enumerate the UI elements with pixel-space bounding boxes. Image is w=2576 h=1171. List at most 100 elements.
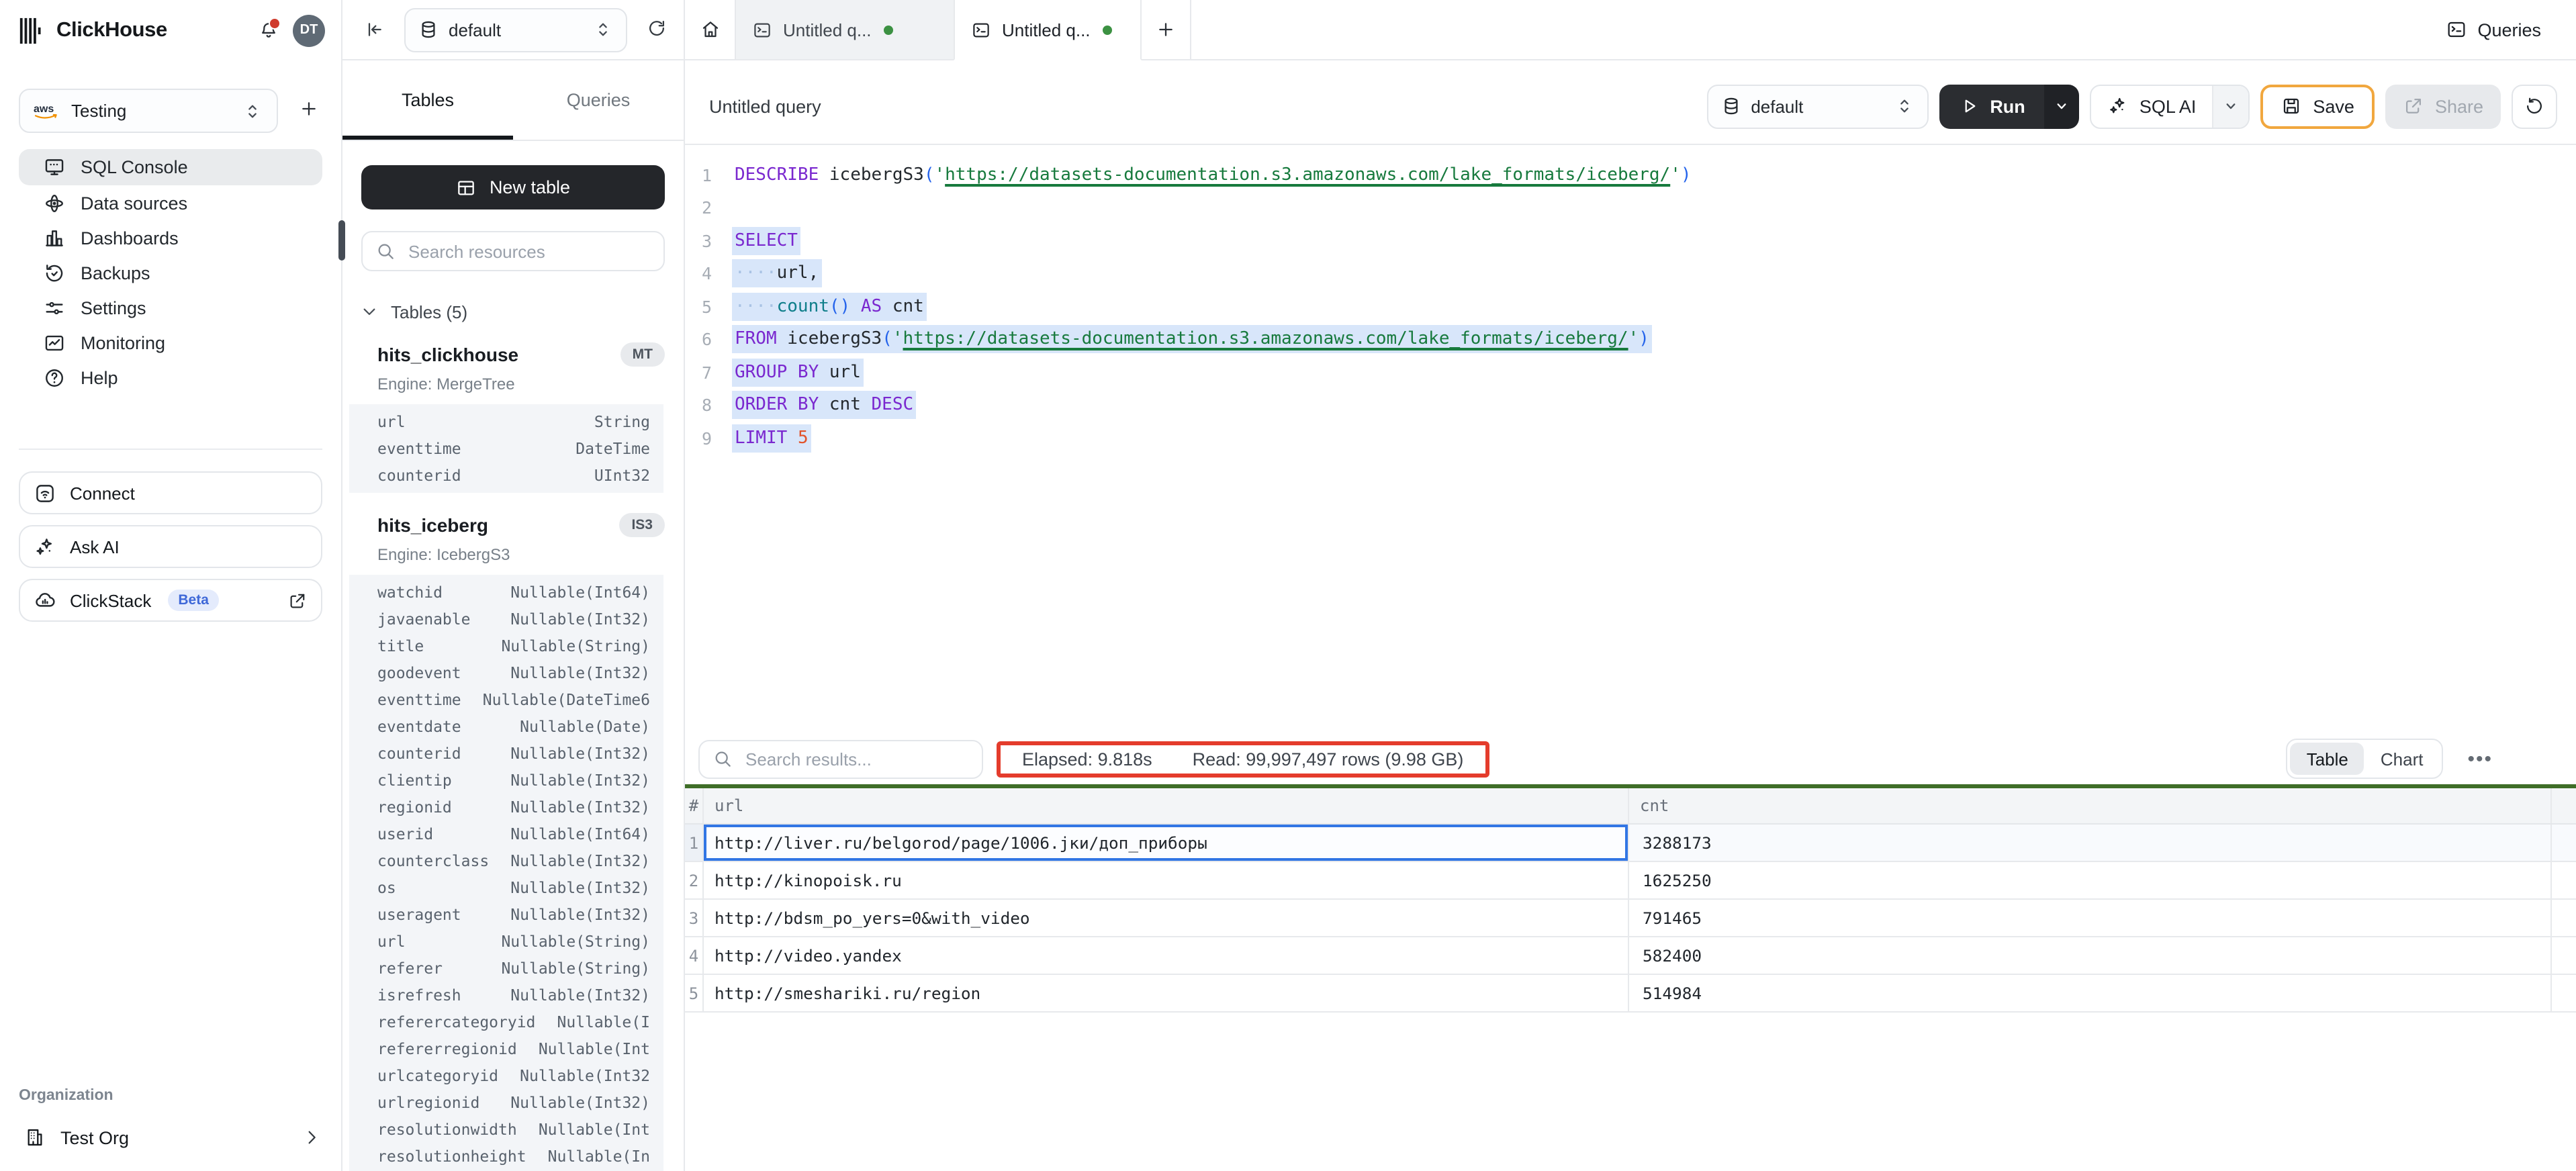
sql-ai-button[interactable]: SQL AI (2091, 95, 2213, 117)
table-row[interactable]: 1http://liver.ru/belgorod/page/1006.jки/… (685, 825, 2576, 862)
sidebar-action-clickstack[interactable]: ClickStackBeta (19, 579, 322, 622)
tables-section-toggle[interactable]: Tables (5) (359, 301, 684, 322)
new-table-button[interactable]: New table (361, 165, 665, 209)
database-selector[interactable]: default (404, 7, 627, 52)
table-item-hits_clickhouse[interactable]: hits_clickhouseMT (377, 342, 665, 367)
code-line[interactable]: 2 (685, 191, 2576, 224)
table-column-row[interactable]: isrefreshNullable(Int32) (349, 982, 663, 1009)
table-row[interactable]: 3http://bdsm_po_yers=0&with_video791465 (685, 900, 2576, 937)
resources-search-input[interactable] (406, 240, 651, 263)
sql-ai-options-button[interactable] (2212, 85, 2248, 127)
collapse-panel-button[interactable] (364, 19, 385, 40)
table-column-row[interactable]: referercategoryidNullable(I (349, 1009, 663, 1035)
table-column-row[interactable]: urlNullable(String) (349, 928, 663, 955)
sidebar-action-connect[interactable]: Connect (19, 471, 322, 514)
url-cell[interactable]: http://bdsm_po_yers=0&with_video (704, 900, 1629, 936)
queries-button[interactable]: Queries (2429, 0, 2576, 60)
run-button[interactable]: Run (1939, 84, 2044, 128)
sidebar-item-settings[interactable]: Settings (19, 290, 322, 325)
sidebar-item-label: Dashboards (81, 228, 179, 248)
table-column-row[interactable]: useridNullable(Int64) (349, 821, 663, 847)
query-title[interactable]: Untitled query (709, 96, 1696, 116)
table-column-row[interactable]: counteridUInt32 (349, 462, 663, 489)
results-search-input[interactable] (743, 747, 970, 770)
results-menu-button[interactable]: ••• (2459, 747, 2501, 770)
table-column-row[interactable]: refererNullable(String) (349, 955, 663, 982)
url-cell[interactable]: http://liver.ru/belgorod/page/1006.jки/д… (704, 825, 1629, 861)
table-column-row[interactable]: urlcategoryidNullable(Int32 (349, 1062, 663, 1089)
home-button[interactable] (685, 0, 735, 60)
table-column-row[interactable]: urlString (349, 408, 663, 435)
table-column-row[interactable]: refererregionidNullable(Int (349, 1035, 663, 1062)
cnt-cell[interactable]: 3288173 (1629, 825, 2552, 861)
table-column-row[interactable]: resolutionwidthNullable(Int (349, 1116, 663, 1143)
sidebar-item-sql-console[interactable]: SQL Console (19, 149, 322, 185)
query-history-button[interactable] (2512, 84, 2557, 128)
code-line[interactable]: 6FROM icebergS3('https://datasets-docume… (685, 323, 2576, 356)
view-toggle-table[interactable]: Table (2291, 743, 2364, 775)
table-item-hits_iceberg[interactable]: hits_icebergIS3 (377, 513, 665, 537)
code-line[interactable]: 9LIMIT 5 (685, 422, 2576, 455)
code-line[interactable]: 5····count() AS cnt (685, 290, 2576, 323)
editor-tab[interactable]: Untitled q... (954, 0, 1142, 60)
user-avatar[interactable]: DT (293, 14, 325, 46)
row-number-cell: 5 (685, 975, 704, 1011)
run-options-button[interactable] (2044, 84, 2079, 128)
table-column-row[interactable]: counterclassNullable(Int32) (349, 847, 663, 874)
sidebar-item-help[interactable]: Help (19, 360, 322, 395)
organization-item[interactable]: Test Org (0, 1117, 341, 1158)
results-table-body: 1http://liver.ru/belgorod/page/1006.jки/… (685, 825, 2576, 1013)
table-column-row[interactable]: regionidNullable(Int32) (349, 794, 663, 821)
sql-code-editor[interactable]: 1DESCRIBE icebergS3('https://datasets-do… (685, 145, 2576, 733)
resources-tab-queries[interactable]: Queries (513, 60, 684, 140)
editor-database-selector[interactable]: default (1706, 84, 1928, 128)
sidebar-item-dashboards[interactable]: Dashboards (19, 220, 322, 255)
add-service-button[interactable] (295, 95, 322, 126)
table-column-row[interactable]: resolutionheightNullable(In (349, 1143, 663, 1170)
backups-icon (43, 261, 66, 284)
sidebar-item-monitoring[interactable]: Monitoring (19, 325, 322, 360)
url-cell[interactable]: http://smeshariki.ru/region (704, 975, 1629, 1011)
table-column-row[interactable]: javaenableNullable(Int32) (349, 606, 663, 633)
table-column-row[interactable]: eventtimeNullable(DateTime6 (349, 686, 663, 713)
cnt-cell[interactable]: 1625250 (1629, 862, 2552, 898)
share-button[interactable]: Share (2385, 84, 2501, 128)
new-tab-button[interactable] (1142, 0, 1191, 60)
table-column-row[interactable]: useragentNullable(Int32) (349, 901, 663, 928)
table-row[interactable]: 4http://video.yandex582400 (685, 937, 2576, 975)
code-line[interactable]: 7GROUP BY url (685, 356, 2576, 389)
code-line[interactable]: 8ORDER BY cnt DESC (685, 389, 2576, 422)
editor-pane: Untitled query default Run SQ (685, 60, 2576, 1171)
cnt-cell[interactable]: 791465 (1629, 900, 2552, 936)
view-toggle-chart[interactable]: Chart (2364, 743, 2440, 775)
refresh-button[interactable] (643, 14, 670, 45)
save-button[interactable]: Save (2260, 84, 2375, 128)
table-column-row[interactable]: watchidNullable(Int64) (349, 579, 663, 606)
editor-tab[interactable]: Untitled q... (735, 0, 954, 60)
code-line[interactable]: 4····url, (685, 257, 2576, 290)
table-row[interactable]: 5http://smeshariki.ru/region514984 (685, 975, 2576, 1013)
sidebar-action-ask-ai[interactable]: Ask AI (19, 525, 322, 568)
sidebar-item-data-sources[interactable]: Data sources (19, 185, 322, 220)
column-name: counterclass (377, 851, 489, 870)
url-cell[interactable]: http://kinopoisk.ru (704, 862, 1629, 898)
code-line[interactable]: 3SELECT (685, 224, 2576, 257)
resources-tab-tables[interactable]: Tables (342, 60, 513, 140)
url-cell[interactable]: http://video.yandex (704, 937, 1629, 974)
table-column-row[interactable]: osNullable(Int32) (349, 874, 663, 901)
table-column-row[interactable]: urlregionidNullable(Int32) (349, 1089, 663, 1116)
notifications-bell-button[interactable] (258, 19, 279, 41)
table-column-row[interactable]: goodeventNullable(Int32) (349, 659, 663, 686)
cnt-cell[interactable]: 582400 (1629, 937, 2552, 974)
table-column-row[interactable]: eventdateNullable(Date) (349, 713, 663, 740)
table-column-row[interactable]: clientipNullable(Int32) (349, 767, 663, 794)
service-selector[interactable]: aws Testing (19, 89, 278, 133)
table-column-row[interactable]: eventtimeDateTime (349, 435, 663, 462)
table-column-row[interactable]: titleNullable(String) (349, 633, 663, 659)
table-row[interactable]: 2http://kinopoisk.ru1625250 (685, 862, 2576, 900)
sidebar-resize-handle[interactable] (338, 220, 345, 261)
cnt-cell[interactable]: 514984 (1629, 975, 2552, 1011)
table-column-row[interactable]: counteridNullable(Int32) (349, 740, 663, 767)
code-line[interactable]: 1DESCRIBE icebergS3('https://datasets-do… (685, 158, 2576, 191)
sidebar-item-backups[interactable]: Backups (19, 255, 322, 290)
